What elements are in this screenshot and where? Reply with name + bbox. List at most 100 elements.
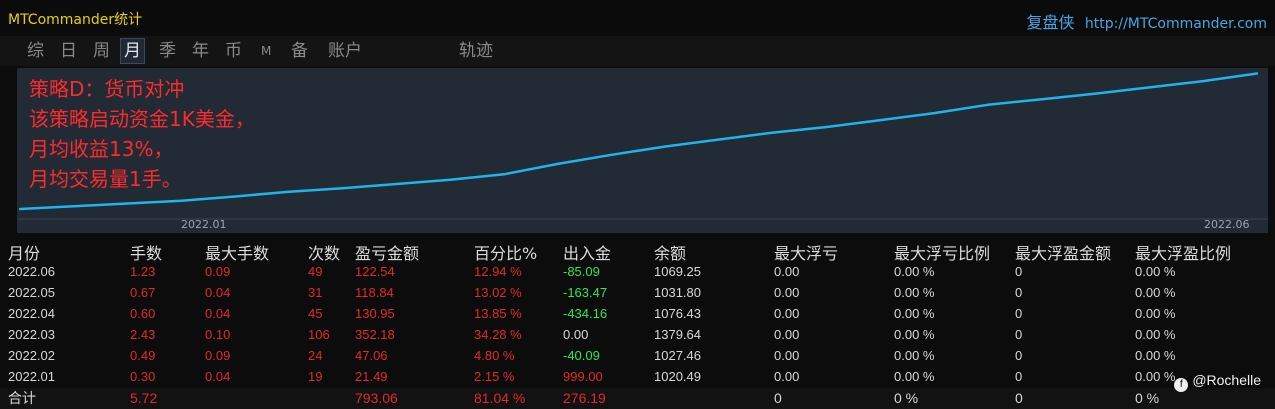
balance-point bbox=[18, 207, 22, 211]
cell-lots: 1.23 bbox=[130, 264, 156, 279]
tab-week[interactable]: 周 bbox=[90, 39, 113, 63]
cell-month: 2022.02 bbox=[8, 348, 55, 363]
cell-max-float-profit-pct: 0.00 % bbox=[1135, 285, 1176, 300]
total-max-float-profit-pct: 0 % bbox=[1135, 390, 1160, 406]
balance-point bbox=[556, 162, 560, 166]
balance-point bbox=[771, 131, 775, 134]
tab-m[interactable]: M bbox=[258, 39, 274, 63]
cell-max-float-loss: 0.00 bbox=[774, 264, 800, 279]
tab-currency[interactable]: 币 bbox=[222, 39, 245, 63]
cell-max-float-loss: 0.00 bbox=[774, 369, 800, 384]
cell-pnl: 352.18 bbox=[355, 327, 395, 342]
cell-max-lots: 0.04 bbox=[205, 306, 231, 321]
balance-point bbox=[126, 202, 129, 205]
cell-month: 2022.01 bbox=[8, 369, 55, 384]
tab-year[interactable]: 年 bbox=[189, 39, 212, 63]
cell-max-lots: 0.04 bbox=[205, 285, 231, 300]
balance-point bbox=[502, 173, 506, 176]
balance-point bbox=[664, 145, 667, 148]
app-title: MTCommander统计 bbox=[8, 12, 143, 28]
watermark-text: @Rochelle bbox=[1192, 372, 1261, 388]
cell-max-lots: 0.10 bbox=[205, 327, 231, 342]
total-in-out: 276.19 bbox=[563, 390, 606, 406]
table-row[interactable]: 2022.01 0.30 0.04 19 21.49 2.15 % 999.00 1020.4… bbox=[0, 366, 1275, 387]
tab-backup[interactable]: 备 bbox=[288, 39, 311, 63]
total-month: 合计 bbox=[8, 390, 36, 406]
monthly-stats-table: 月份 手数 最大手数 次数 盈亏金额 百分比% 出入金 余额 最大浮亏 最大浮亏比例 最大浮盈金额最… bbox=[0, 240, 1275, 409]
balance-point bbox=[879, 118, 882, 122]
tab-quarter[interactable]: 季 bbox=[156, 39, 179, 63]
cell-max-float-loss-pct: 0.00 % bbox=[894, 327, 935, 342]
cell-pnl: 47.06 bbox=[355, 348, 388, 363]
balance-point bbox=[1148, 86, 1151, 89]
balance-point bbox=[825, 125, 828, 129]
tab-summary[interactable]: 综 bbox=[24, 39, 47, 63]
cell-balance: 1020.49 bbox=[654, 369, 701, 384]
watermark: f @Rochelle bbox=[1174, 372, 1261, 392]
cell-percent: 13.02 % bbox=[474, 285, 522, 300]
tab-account[interactable]: 账户 bbox=[325, 39, 365, 63]
total-max-float-loss: 0 bbox=[774, 390, 782, 406]
cell-in-out: -163.47 bbox=[563, 285, 608, 300]
tab-month[interactable]: 月 bbox=[120, 38, 145, 64]
cell-max-float-loss: 0.00 bbox=[774, 327, 800, 342]
balance-point bbox=[610, 153, 613, 157]
cell-lots: 0.49 bbox=[130, 348, 156, 363]
total-pnl: 793.06 bbox=[355, 390, 398, 406]
statistics-window: MTCommander统计 复盘侠 http://MTCommander.com… bbox=[0, 0, 1275, 409]
cell-max-float-loss-pct: 0.00 % bbox=[894, 285, 935, 300]
balance-point bbox=[986, 103, 990, 106]
cell-max-lots: 0.09 bbox=[205, 264, 231, 279]
table-row[interactable]: 2022.02 0.49 0.09 24 47.06 4.80 % -40.09 1027.4… bbox=[0, 345, 1275, 366]
balance-point bbox=[1040, 98, 1044, 101]
cell-month: 2022.03 bbox=[8, 327, 55, 342]
balance-point bbox=[717, 138, 721, 141]
brand-url[interactable]: http://MTCommander.com bbox=[1085, 16, 1267, 32]
cell-in-out: 0.00 bbox=[563, 327, 589, 342]
cell-count: 24 bbox=[308, 348, 323, 363]
total-lots: 5.72 bbox=[130, 390, 158, 406]
table-header: 月份 手数 最大手数 次数 盈亏金额 百分比% 出入金 余额 最大浮亏 最大浮亏比例 最大浮盈金额最… bbox=[0, 240, 1275, 263]
cell-percent: 2.15 % bbox=[474, 369, 515, 384]
balance-point bbox=[1255, 72, 1259, 75]
strategy-note-line3: 月均收益13%， bbox=[29, 137, 174, 161]
cell-pnl: 122.54 bbox=[355, 264, 395, 279]
cell-max-float-profit-pct: 0.00 % bbox=[1135, 369, 1176, 384]
cell-max-float-loss: 0.00 bbox=[774, 348, 800, 363]
cell-lots: 0.30 bbox=[130, 369, 156, 384]
table-row[interactable]: 2022.06 1.23 0.09 49 122.54 12.94 % -85.09 1069… bbox=[0, 261, 1275, 282]
table-row[interactable]: 2022.05 0.67 0.04 31 118.84 13.02 % -163.47 103… bbox=[0, 282, 1275, 303]
watermark-logo-icon: f bbox=[1174, 378, 1189, 392]
tab-trajectory[interactable]: 轨迹 bbox=[456, 39, 496, 63]
balance-point bbox=[72, 205, 75, 208]
cell-in-out: -85.09 bbox=[563, 264, 600, 279]
cell-max-float-loss-pct: 0.00 % bbox=[894, 264, 935, 279]
cell-max-float-profit: 0 bbox=[1015, 306, 1023, 321]
cell-in-out: 999.00 bbox=[563, 369, 603, 384]
strategy-note-line1: 策略D：货币对冲 bbox=[29, 77, 185, 101]
tab-day[interactable]: 日 bbox=[57, 39, 80, 63]
cell-max-float-loss: 0.00 bbox=[774, 285, 800, 300]
strategy-note-line4: 月均交易量1手。 bbox=[29, 167, 182, 191]
cell-month: 2022.04 bbox=[8, 306, 55, 321]
balance-point bbox=[395, 182, 398, 186]
balance-chart: 策略D：货币对冲 该策略启动资金1K美金， 月均收益13%， 月均交易量1手。 bbox=[17, 68, 1268, 233]
table-row[interactable]: 2022.04 0.60 0.04 45 130.95 13.85 % -434.16 107… bbox=[0, 303, 1275, 324]
strategy-note-line2: 该策略启动资金1K美金， bbox=[29, 107, 255, 131]
x-tick-start: 2022.01 bbox=[181, 218, 227, 231]
balance-point bbox=[341, 186, 344, 190]
total-row: 合计 5.72 793.06 81.04 % 276.19 0 0 % 0 0 % bbox=[0, 388, 1275, 409]
balance-point bbox=[1094, 92, 1097, 95]
cell-max-float-loss-pct: 0.00 % bbox=[894, 369, 935, 384]
table-row[interactable]: 2022.03 2.43 0.10 106 352.18 34.28 % 0.00 1379.… bbox=[0, 324, 1275, 345]
cell-in-out: -40.09 bbox=[563, 348, 600, 363]
cell-pnl: 118.84 bbox=[355, 285, 394, 300]
cell-balance: 1076.43 bbox=[654, 306, 701, 321]
cell-max-float-loss: 0.00 bbox=[774, 306, 800, 321]
cell-count: 49 bbox=[308, 264, 323, 279]
brand-link[interactable]: 复盘侠 http://MTCommander.com bbox=[1026, 9, 1267, 33]
cell-max-float-profit: 0 bbox=[1015, 285, 1023, 300]
cell-max-lots: 0.04 bbox=[205, 369, 231, 384]
total-max-float-loss-pct: 0 % bbox=[894, 390, 919, 406]
cell-balance: 1027.46 bbox=[654, 348, 701, 363]
